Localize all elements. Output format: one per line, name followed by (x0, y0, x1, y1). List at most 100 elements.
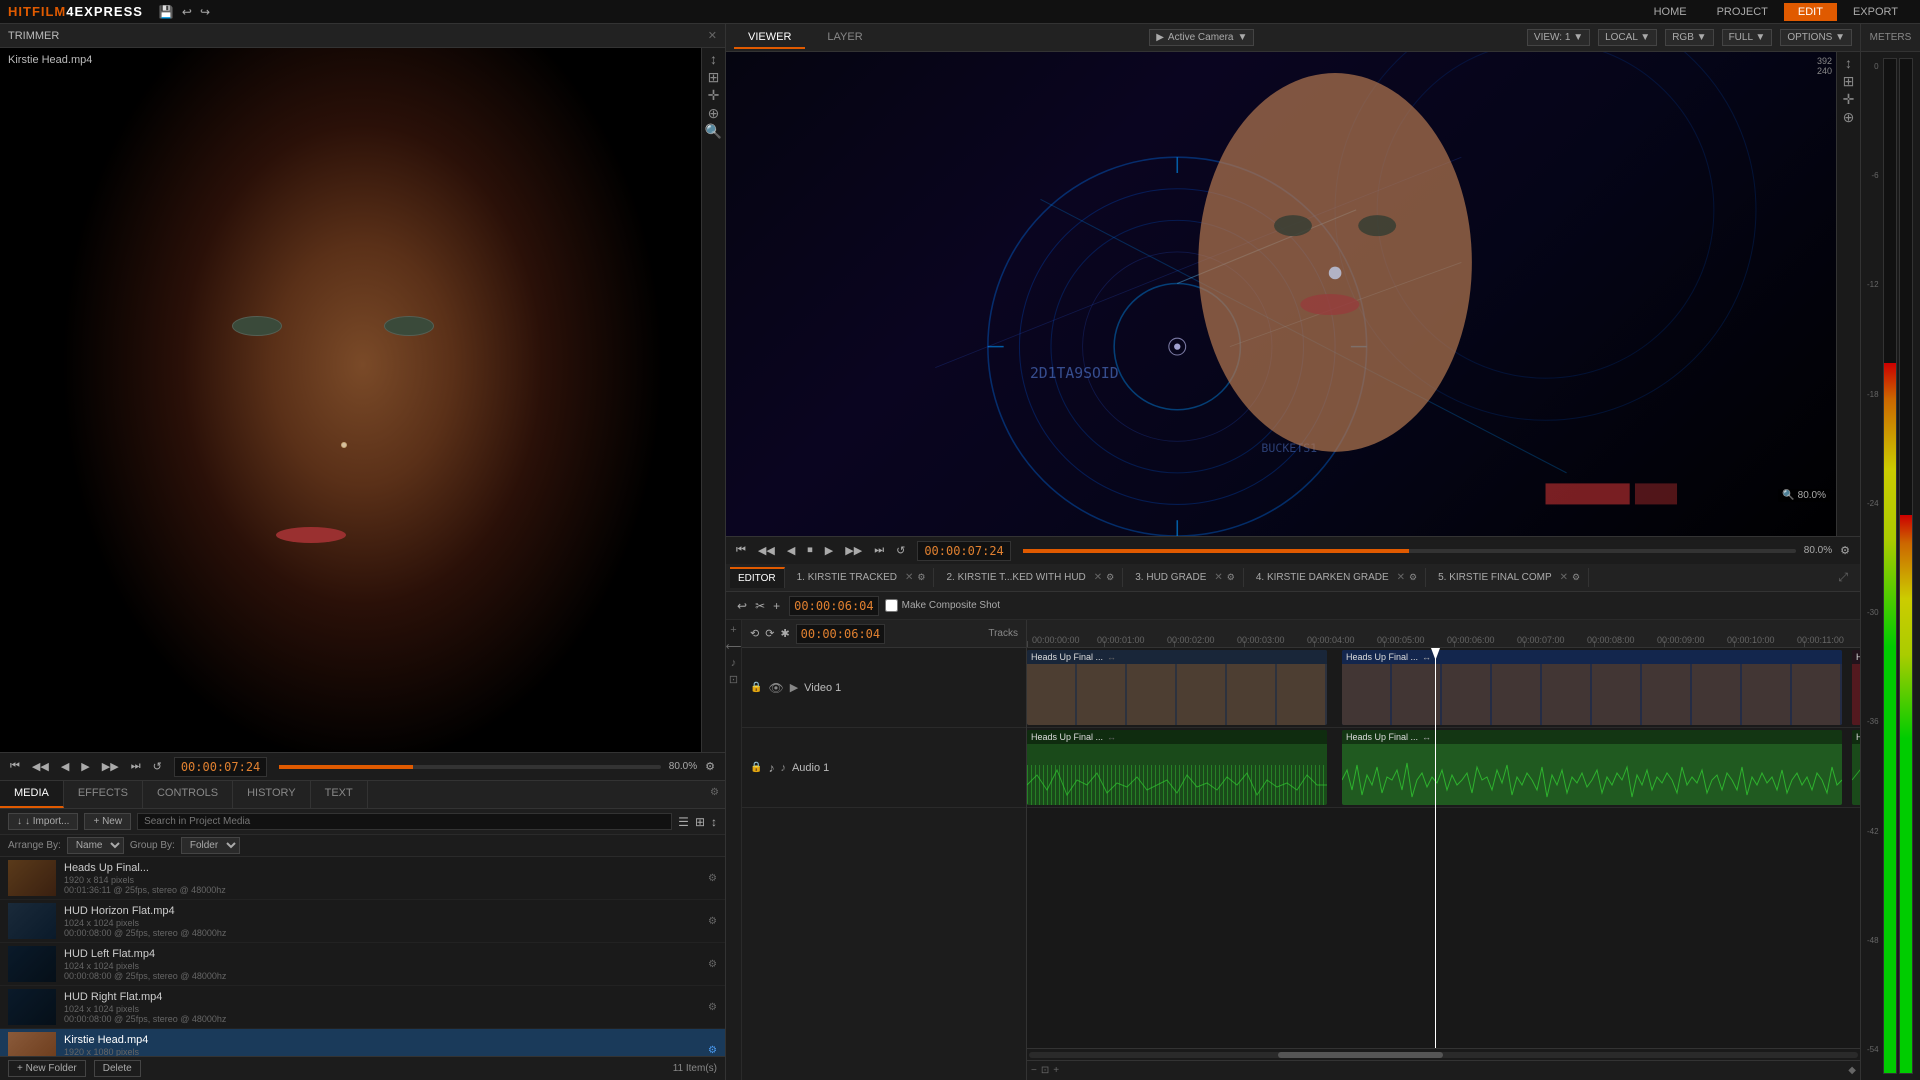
comp-tab-3[interactable]: 3. HUD GRADE ✕ ⚙ (1127, 568, 1244, 587)
media-search-input[interactable] (137, 813, 672, 830)
track-mute-audio1[interactable]: ♪ (768, 761, 774, 775)
viewer-loop-btn[interactable]: ↺ (892, 542, 909, 559)
trim-prev-btn[interactable]: ◀ (57, 758, 73, 775)
media-item-3[interactable]: HUD Left Flat.mp4 1024 x 1024 pixels00:0… (0, 943, 725, 986)
import-button[interactable]: ↓ ↓ Import... (8, 813, 78, 830)
viewer-tool-3[interactable]: ✛ (1843, 92, 1855, 106)
media-item-action-1[interactable]: ⚙ (708, 873, 717, 884)
comp-close-4[interactable]: ✕ (1397, 572, 1405, 583)
viewer-to-start-btn[interactable]: ⏮ (732, 542, 750, 559)
viewer-progress[interactable] (1023, 549, 1796, 553)
viewer-play-btn[interactable]: ▶ (821, 542, 837, 559)
viewer-to-end-btn[interactable]: ⏭ (870, 542, 888, 559)
timeline-scrollbar[interactable] (1027, 1048, 1860, 1060)
tab-text[interactable]: TEXT (311, 781, 368, 808)
view-option[interactable]: VIEW: 1 ▼ (1527, 29, 1590, 46)
track-lock-audio1[interactable]: 🔒 (750, 762, 762, 773)
redo-icon[interactable]: ↪ (200, 5, 210, 19)
make-composite-checkbox[interactable] (885, 599, 898, 612)
list-view-toggle[interactable]: ☰ (678, 815, 689, 829)
media-item-action-5[interactable]: ⚙ (708, 1045, 717, 1056)
tab-controls[interactable]: CONTROLS (143, 781, 233, 808)
video-clip-2[interactable]: Heads Up Final ... ↔ (1342, 650, 1842, 725)
trim-settings-btn[interactable]: ⚙ (701, 758, 719, 775)
tab-effects[interactable]: EFFECTS (64, 781, 143, 808)
audio-clip-2[interactable]: Heads Up Final ... ↔ (1342, 730, 1842, 805)
tab-layer[interactable]: LAYER (813, 27, 876, 49)
viewer-prev-btn[interactable]: ◀ (783, 542, 799, 559)
tab-edit[interactable]: EDIT (1784, 3, 1837, 21)
new-folder-button[interactable]: + New Folder (8, 1060, 86, 1077)
tab-viewer[interactable]: VIEWER (734, 27, 805, 49)
comp-tab-editor[interactable]: EDITOR (730, 567, 785, 588)
scrollbar-thumb[interactable] (1278, 1052, 1444, 1058)
make-composite-option[interactable]: Make Composite Shot (885, 599, 1000, 612)
trim-to-end-btn[interactable]: ⏭ (127, 758, 145, 775)
video-clip-1[interactable]: Heads Up Final ... ↔ (1027, 650, 1327, 725)
media-item-action-4[interactable]: ⚙ (708, 1002, 717, 1013)
undo-icon[interactable]: ↩ (182, 5, 192, 19)
group-select[interactable]: Folder Type None (181, 837, 240, 854)
timeline-ruler[interactable]: 00:00:00:00 00:00:01:00 00:00:02:00 00:0… (1027, 620, 1860, 648)
media-item-action-3[interactable]: ⚙ (708, 959, 717, 970)
local-option[interactable]: LOCAL ▼ (1598, 29, 1657, 46)
viewer-tool-1[interactable]: ↕ (1845, 56, 1852, 70)
arrange-select[interactable]: Name Date Type (67, 837, 124, 854)
trim-to-start-btn[interactable]: ⏮ (6, 758, 24, 775)
grid-view-toggle[interactable]: ⊞ (695, 815, 705, 829)
tl-marker[interactable]: ◆ (1848, 1065, 1856, 1076)
media-panel-settings-icon[interactable]: ⚙ (704, 781, 725, 808)
comp-tab-2[interactable]: 2. KIRSTIE T...KED WITH HUD ✕ ⚙ (938, 568, 1123, 587)
trim-scale-icon[interactable]: ⊞ (708, 70, 720, 84)
tl-lt-snap[interactable]: ⊡ (729, 673, 738, 686)
tl-fit[interactable]: ⊡ (1041, 1065, 1049, 1076)
new-button[interactable]: + New (84, 813, 131, 830)
tab-export[interactable]: EXPORT (1839, 3, 1912, 21)
editor-tool-select[interactable]: ↩ (734, 597, 750, 615)
track-lock-video1[interactable]: 🔒 (750, 682, 762, 693)
viewer-prev-frame-btn[interactable]: ◀◀ (754, 542, 779, 559)
tab-history[interactable]: HISTORY (233, 781, 311, 808)
viewer-next-btn[interactable]: ▶▶ (841, 542, 866, 559)
media-item-action-2[interactable]: ⚙ (708, 916, 717, 927)
save-icon[interactable]: 💾 (159, 5, 174, 19)
editor-maximize-icon[interactable]: ⤢ (1830, 570, 1856, 585)
tab-media[interactable]: MEDIA (0, 781, 64, 808)
tl-lt-audio[interactable]: ♪ (731, 657, 737, 669)
active-camera-option[interactable]: ▶ Active Camera ▼ (1149, 29, 1254, 46)
audio-clip-3[interactable]: Heads Up Final ... (1852, 730, 1860, 805)
full-option[interactable]: FULL ▼ (1722, 29, 1773, 46)
trim-play-btn[interactable]: ▶ (77, 758, 93, 775)
playhead[interactable] (1435, 648, 1436, 1048)
viewer-settings-btn[interactable]: ⚙ (1836, 542, 1854, 559)
tl-zoom-out[interactable]: − (1031, 1065, 1037, 1076)
tl-tool-1[interactable]: ⟲ (750, 627, 759, 640)
trim-move-icon[interactable]: ✛ (708, 88, 720, 102)
rgb-option[interactable]: RGB ▼ (1665, 29, 1713, 46)
viewer-stop-btn[interactable]: ⏹ (803, 542, 817, 559)
track-visible-video1[interactable]: 👁 (768, 681, 783, 695)
tl-tool-2[interactable]: ⟳ (765, 627, 774, 640)
tl-tool-3[interactable]: ✱ (780, 627, 789, 640)
trimmer-close-icon[interactable]: ✕ (708, 29, 717, 42)
editor-tool-split[interactable]: ✂ (752, 597, 768, 615)
audio-clip-1[interactable]: Heads Up Final ... ↔ (1027, 730, 1327, 805)
tab-project[interactable]: PROJECT (1703, 3, 1782, 21)
media-item[interactable]: Heads Up Final... 1920 x 814 pixels00:01… (0, 857, 725, 900)
video-clip-3[interactable]: Heads Up Final ... ↔ (1852, 650, 1860, 725)
trim-info-icon[interactable]: 🔍 (705, 124, 722, 138)
trim-prev-frame-btn[interactable]: ◀◀ (28, 758, 53, 775)
tl-lt-link[interactable]: ⟵ (726, 640, 741, 653)
comp-tab-4[interactable]: 4. KIRSTIE DARKEN GRADE ✕ ⚙ (1248, 568, 1426, 587)
tl-zoom-in[interactable]: + (1053, 1065, 1059, 1076)
scrollbar-track[interactable] (1029, 1052, 1858, 1058)
comp-close-5[interactable]: ✕ (1560, 572, 1568, 583)
delete-button[interactable]: Delete (94, 1060, 141, 1077)
trimmer-progress[interactable] (279, 765, 660, 769)
trim-loop-btn[interactable]: ↺ (149, 758, 166, 775)
viewer-tool-4[interactable]: ⊕ (1843, 110, 1855, 124)
trim-zoom-icon[interactable]: ⊕ (708, 106, 720, 120)
comp-tab-5[interactable]: 5. KIRSTIE FINAL COMP ✕ ⚙ (1430, 568, 1589, 587)
options-option[interactable]: OPTIONS ▼ (1780, 29, 1852, 46)
trim-next-btn[interactable]: ▶▶ (98, 758, 123, 775)
